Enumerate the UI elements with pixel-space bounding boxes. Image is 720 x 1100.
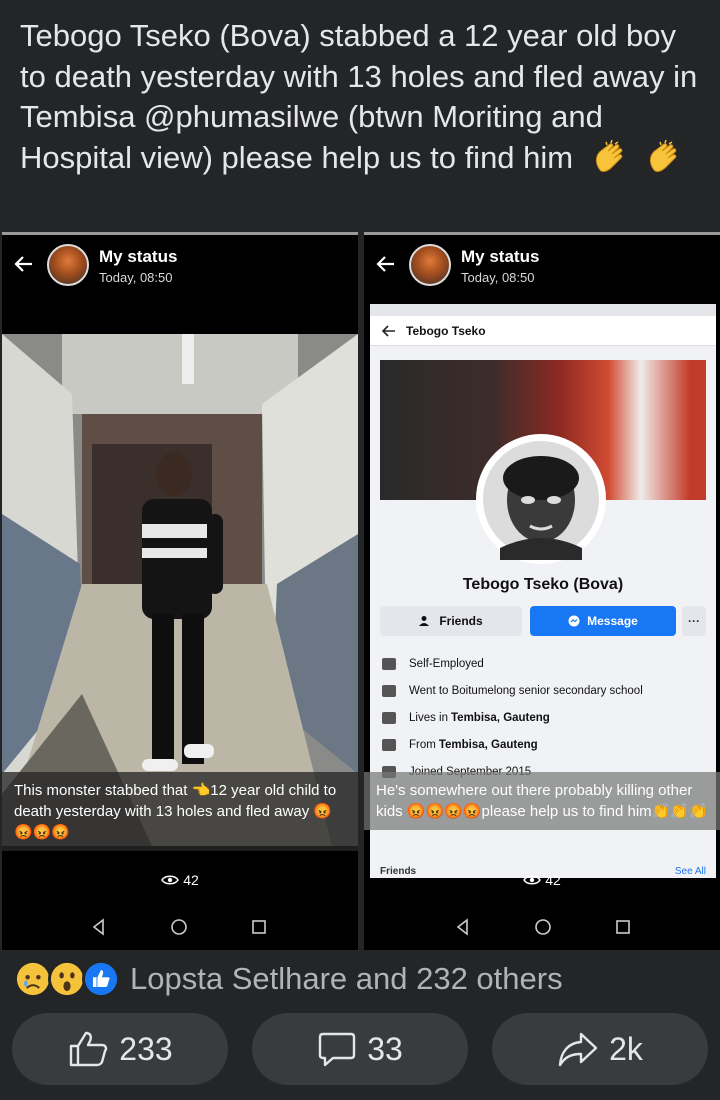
wow-react-icon bbox=[48, 960, 86, 998]
status-title: My status bbox=[461, 247, 540, 266]
nav-recents-icon[interactable] bbox=[612, 916, 634, 938]
android-nav-bar bbox=[2, 916, 358, 944]
comment-button[interactable]: 33 bbox=[252, 1013, 468, 1085]
thumbs-up-icon bbox=[70, 1031, 108, 1067]
fb-friends-label: Friends bbox=[439, 614, 483, 628]
fb-intro-item: Went to Boitumelong senior secondary sch… bbox=[382, 677, 708, 704]
comment-count: 33 bbox=[367, 1030, 403, 1067]
status-caption: This monster stabbed that 👈12 year old c… bbox=[2, 772, 358, 851]
reactions-summary[interactable]: Lopsta Setlhare and 232 others bbox=[14, 958, 563, 1000]
messenger-icon bbox=[568, 615, 580, 627]
comment-bubble-icon bbox=[319, 1032, 356, 1067]
view-count[interactable]: 42 bbox=[364, 872, 720, 888]
intro-text: Lives in bbox=[409, 711, 448, 724]
status-header: My status Today, 08:50 bbox=[364, 242, 720, 290]
status-header: My status Today, 08:50 bbox=[2, 242, 358, 290]
intro-bold: Tembisa, Gauteng bbox=[438, 738, 538, 751]
status-time: Today, 08:50 bbox=[99, 270, 173, 285]
intro-text: Went to Boitumelong senior secondary sch… bbox=[409, 684, 643, 697]
left-status-screenshot[interactable]: My status Today, 08:50 This monster stab… bbox=[2, 232, 358, 950]
phone-status-bar bbox=[370, 304, 716, 316]
view-count-value: 42 bbox=[545, 872, 561, 888]
like-count: 233 bbox=[119, 1030, 173, 1067]
view-count-value: 42 bbox=[183, 872, 199, 888]
sad-react-icon bbox=[14, 960, 52, 998]
right-status-screenshot[interactable]: My status Today, 08:50 Tebogo Tseko Tebo… bbox=[364, 232, 720, 950]
status-photo bbox=[2, 334, 358, 846]
share-button[interactable]: 2k bbox=[492, 1013, 708, 1085]
nav-back-icon[interactable] bbox=[88, 916, 110, 938]
nav-back-icon[interactable] bbox=[452, 916, 474, 938]
fb-intro-item: Lives in Tembisa, Gauteng bbox=[382, 704, 708, 731]
status-caption: He's somewhere out there probably killin… bbox=[364, 772, 720, 830]
like-react-icon bbox=[82, 960, 120, 998]
home-icon bbox=[382, 711, 396, 724]
share-arrow-icon bbox=[558, 1032, 598, 1067]
intro-text: Self-Employed bbox=[409, 657, 484, 670]
view-count[interactable]: 42 bbox=[2, 872, 358, 888]
fb-intro-item: From Tembisa, Gauteng bbox=[382, 731, 708, 758]
fb-friends-button: Friends bbox=[380, 606, 522, 636]
fb-header-name: Tebogo Tseko bbox=[406, 323, 486, 338]
fb-more-button: ··· bbox=[682, 606, 706, 636]
fb-profile-name: Tebogo Tseko (Bova) bbox=[462, 576, 624, 593]
eye-icon bbox=[161, 875, 180, 885]
briefcase-icon bbox=[382, 657, 396, 670]
like-button[interactable]: 233 bbox=[12, 1013, 228, 1085]
fb-profile-header: Tebogo Tseko bbox=[370, 316, 716, 346]
status-time: Today, 08:50 bbox=[461, 270, 535, 285]
android-nav-bar bbox=[364, 916, 720, 944]
person-check-icon bbox=[419, 616, 430, 626]
intro-text: From bbox=[409, 738, 436, 751]
fb-message-button: Message bbox=[530, 606, 676, 636]
nav-home-icon[interactable] bbox=[168, 916, 190, 938]
eye-icon bbox=[523, 875, 542, 885]
fb-back-arrow-icon bbox=[382, 324, 395, 337]
back-arrow-icon[interactable] bbox=[12, 252, 36, 276]
nav-recents-icon[interactable] bbox=[248, 916, 270, 938]
status-progress-bar bbox=[2, 232, 358, 235]
status-progress-bar bbox=[364, 232, 720, 235]
fb-message-label: Message bbox=[587, 614, 638, 628]
post-text: Tebogo Tseko (Bova) stabbed a 12 year ol… bbox=[20, 16, 710, 178]
back-arrow-icon[interactable] bbox=[374, 252, 398, 276]
clapping-hands-icon bbox=[595, 139, 623, 172]
reactions-summary-text: Lopsta Setlhare and 232 others bbox=[130, 961, 563, 996]
avatar[interactable] bbox=[47, 244, 89, 286]
location-pin-icon bbox=[382, 738, 396, 751]
fb-profile-picture bbox=[476, 434, 606, 564]
clapping-hands-icon bbox=[650, 139, 677, 172]
nav-home-icon[interactable] bbox=[532, 916, 554, 938]
fb-intro-list: Self-Employed Went to Boitumelong senior… bbox=[382, 650, 708, 785]
status-title: My status bbox=[99, 247, 178, 266]
intro-bold: Tembisa, Gauteng bbox=[451, 711, 550, 724]
fb-intro-item: Self-Employed bbox=[382, 650, 708, 677]
avatar[interactable] bbox=[409, 244, 451, 286]
share-count: 2k bbox=[609, 1030, 643, 1067]
graduation-cap-icon bbox=[382, 684, 396, 697]
